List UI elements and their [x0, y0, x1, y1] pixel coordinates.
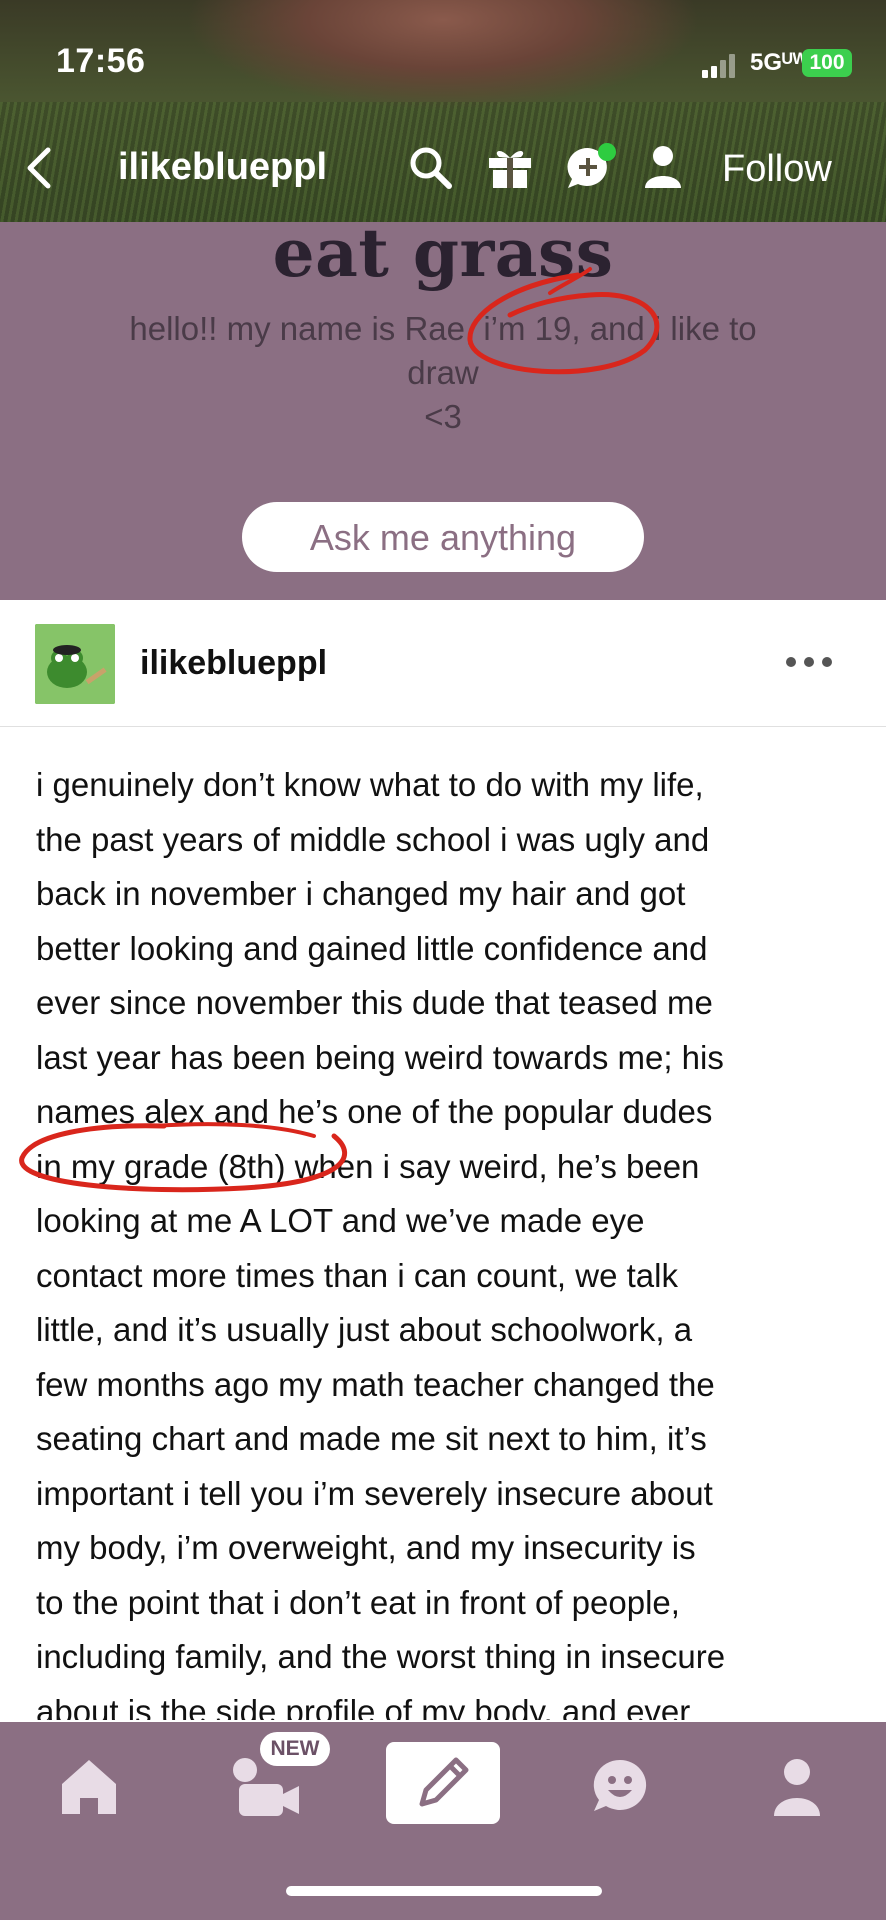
post-text-line: seating chart and made me sit next to hi… [36, 1420, 707, 1457]
post-text-line: better looking and gained little confide… [36, 929, 708, 967]
blog-title: eat grass [272, 214, 614, 292]
post-text-line: ever since november this dude that tease… [36, 984, 713, 1021]
home-icon[interactable] [34, 1742, 144, 1842]
compose-icon[interactable] [386, 1742, 500, 1824]
post-text-line: important i tell you i’m severely insecu… [36, 1474, 713, 1512]
user-icon[interactable] [640, 142, 690, 192]
blog-header: eat grass hello!! my name is Rae, i’m 19… [0, 214, 886, 600]
new-badge: NEW [260, 1732, 330, 1766]
post-text-line: to the point that i don’t eat in front o… [36, 1583, 680, 1621]
top-nav: ilikeblueppl Follow [0, 130, 886, 210]
home-indicator [286, 1886, 602, 1896]
post-text-line: in my grade (8th) when i say weird, he’s… [36, 1147, 700, 1185]
post-header: ilikeblueppl [0, 600, 886, 727]
blog-description-line: draw [407, 354, 479, 391]
post-text-line: including family, and the worst thing in… [36, 1638, 726, 1675]
post-text-line: about is the side profile of my body, an… [36, 1692, 691, 1721]
gift-icon[interactable] [485, 142, 535, 192]
search-icon[interactable] [405, 142, 455, 192]
post-text-line: my body, i’m overweight, and my insecuri… [36, 1529, 696, 1566]
chat-icon[interactable] [563, 142, 616, 192]
network-label: 5Gᵁᵂ [750, 49, 808, 76]
post-body: i genuinely don’t know what to do with m… [36, 758, 856, 1720]
ask-me-anything-button[interactable]: Ask me anything [242, 502, 644, 572]
post-text-line: i genuinely don’t know what to do with m… [36, 766, 704, 803]
back-icon[interactable] [20, 146, 60, 190]
battery-icon: 100 [802, 49, 852, 77]
nav-blog-name[interactable]: ilikeblueppl [118, 146, 327, 189]
post-text-line: few months ago my math teacher changed t… [36, 1365, 715, 1403]
post-text-line: back in november i changed my hair and g… [36, 875, 686, 912]
blog-description: hello!! my name is Rae, i’m 19, and i li… [70, 307, 816, 439]
post-text-line: contact more times than i can count, we … [36, 1256, 678, 1294]
post-text-line: the past years of middle school i was ug… [36, 820, 710, 858]
follow-button[interactable]: Follow [722, 148, 832, 191]
signal-icon [702, 52, 742, 78]
blog-description-line: <3 [424, 398, 462, 435]
avatar[interactable] [35, 624, 115, 704]
status-time: 17:56 [56, 42, 146, 80]
post-text-line: looking at me A LOT and we’ve made eye [36, 1202, 645, 1239]
account-icon[interactable] [742, 1742, 852, 1842]
post-author[interactable]: ilikeblueppl [140, 644, 327, 683]
activity-icon[interactable] [564, 1742, 674, 1842]
more-options-icon[interactable] [786, 652, 836, 672]
post-text-line: last year has been being weird towards m… [36, 1038, 724, 1076]
post-text-line: names alex and he’s one of the popular d… [36, 1093, 713, 1130]
status-bar: 17:56 5Gᵁᵂ 100 [0, 0, 886, 110]
blog-description-line: hello!! my name is Rae, i’m 19, and i li… [129, 310, 757, 347]
post-text-line: little, and it’s usually just about scho… [36, 1311, 693, 1348]
